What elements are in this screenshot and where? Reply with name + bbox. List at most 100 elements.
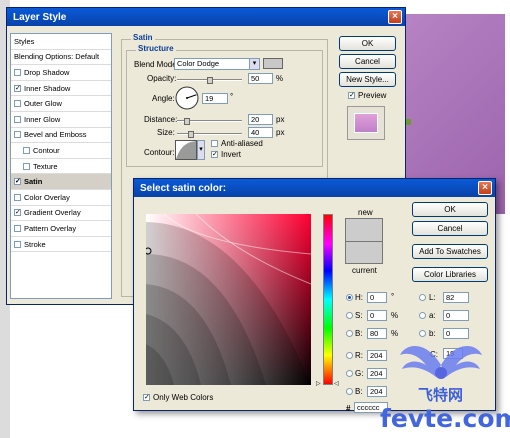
style-list-item[interactable]: ✓ Inner Shadow [11,81,111,97]
contour-dropdown-icon[interactable]: ▾ [197,140,205,160]
hue-slider-arrow-right[interactable]: ◁ [334,380,339,387]
color-picker-title: Select satin color: [140,182,227,194]
picker-cancel-button[interactable]: Cancel [412,221,488,236]
close-icon[interactable]: × [388,10,402,24]
distance-input[interactable]: 20 [248,114,273,125]
s-radio[interactable] [346,312,353,319]
h-label: H: [355,293,363,302]
style-list-item[interactable]: Color Overlay [11,190,111,206]
color-picker-titlebar[interactable]: Select satin color: [134,179,495,197]
l-input[interactable]: 82 [443,292,469,303]
satin-color-swatch[interactable] [263,58,283,69]
size-slider-thumb[interactable] [188,131,194,138]
a-input[interactable]: 0 [443,310,469,321]
opacity-unit: % [276,74,284,83]
style-checkbox[interactable] [23,146,30,154]
s-label: S: [355,311,363,320]
a-radio[interactable] [419,312,426,319]
style-list-item[interactable]: Blending Options: Default [11,50,111,66]
add-to-swatches-button[interactable]: Add To Swatches [412,244,488,259]
h-radio[interactable] [346,294,353,301]
style-list-item[interactable]: Inner Glow [11,112,111,128]
style-list-label: Pattern Overlay [24,223,77,233]
preview-checkbox[interactable]: ✓ [348,92,355,99]
g-input[interactable]: 204 [367,368,387,379]
ok-button[interactable]: OK [339,36,396,51]
style-checkbox[interactable]: ✓ [14,84,21,92]
style-checkbox[interactable] [14,224,21,232]
styles-list: Styles Blending Options: Default Drop Shad… [10,33,112,299]
only-web-colors-label: Only Web Colors [153,393,214,402]
only-web-colors-checkbox[interactable]: ✓ [143,394,150,401]
style-checkbox[interactable] [14,100,21,108]
close-icon[interactable]: × [478,181,492,195]
style-list-item[interactable]: ✓ Satin [11,174,111,190]
angle-dial[interactable] [175,86,199,110]
style-list-item[interactable]: Styles [11,34,111,50]
style-list-item[interactable]: Drop Shadow [11,65,111,81]
style-checkbox[interactable]: ✓ [14,209,21,217]
style-list-item[interactable]: Bevel and Emboss [11,128,111,144]
style-checkbox[interactable]: ✓ [14,178,21,186]
contour-preview[interactable] [175,140,197,160]
style-list-item[interactable]: Contour [11,143,111,159]
blue-input[interactable]: 204 [367,386,387,397]
style-checkbox[interactable] [14,131,21,139]
style-list-label: Inner Glow [24,114,61,124]
style-list-item[interactable]: Pattern Overlay [11,221,111,237]
g-radio[interactable] [346,370,353,377]
current-color-swatch[interactable] [345,241,383,264]
angle-input[interactable]: 19 [202,93,228,104]
hue-slider-arrow-left[interactable]: ▷ [316,380,321,387]
b-input[interactable]: 80 [367,328,387,339]
style-list-item[interactable]: ✓ Gradient Overlay [11,206,111,222]
distance-slider-thumb[interactable] [184,118,190,125]
color-field[interactable] [146,214,311,385]
layer-style-titlebar[interactable]: Layer Style [7,8,405,26]
style-list-label: Stroke [24,239,46,249]
r-radio[interactable] [346,352,353,359]
chevron-down-icon: ▾ [249,59,259,69]
size-input[interactable]: 40 [248,127,273,138]
blend-mode-select[interactable]: Color Dodge ▾ [174,58,260,70]
picker-ok-button[interactable]: OK [412,202,488,217]
s-input[interactable]: 0 [367,310,387,321]
size-slider-track[interactable] [177,133,242,135]
opacity-label: Opacity: [147,74,177,83]
color-field-bands [146,214,311,385]
blend-mode-label: Blend Mode: [134,60,179,69]
blue-label: B: [355,387,363,396]
cancel-button[interactable]: Cancel [339,54,396,69]
s-unit: % [391,311,399,320]
opacity-input[interactable]: 50 [248,73,273,84]
style-checkbox[interactable] [14,240,21,248]
hue-slider[interactable] [323,214,333,385]
style-list-item[interactable]: Stroke [11,237,111,253]
style-checkbox[interactable] [14,68,21,76]
style-checkbox[interactable] [14,115,21,123]
b-radio[interactable] [346,330,353,337]
r-input[interactable]: 204 [367,350,387,361]
preview-swatch [347,106,385,140]
angle-unit: ° [230,92,234,101]
invert-label: Invert [221,150,242,159]
style-checkbox[interactable] [14,193,21,201]
blue-radio[interactable] [346,388,353,395]
structure-group-title: Structure [136,44,176,53]
new-style-button[interactable]: New Style... [339,72,396,87]
style-list-item[interactable]: Outer Glow [11,96,111,112]
l-label: L: [429,293,436,302]
blend-mode-value: Color Dodge [177,59,220,68]
h-input[interactable]: 0 [367,292,387,303]
style-list-label: Bevel and Emboss [24,130,87,140]
invert-checkbox[interactable]: ✓ [211,151,218,158]
style-list-item[interactable]: Texture [11,159,111,175]
style-list-label: Gradient Overlay [24,208,81,218]
distance-label: Distance: [144,115,178,124]
style-list-label: Styles [14,36,35,46]
l-radio[interactable] [419,294,426,301]
style-checkbox[interactable] [23,162,30,170]
color-libraries-button[interactable]: Color Libraries [412,267,488,282]
opacity-slider-thumb[interactable] [207,77,213,84]
anti-aliased-checkbox[interactable] [211,140,218,147]
